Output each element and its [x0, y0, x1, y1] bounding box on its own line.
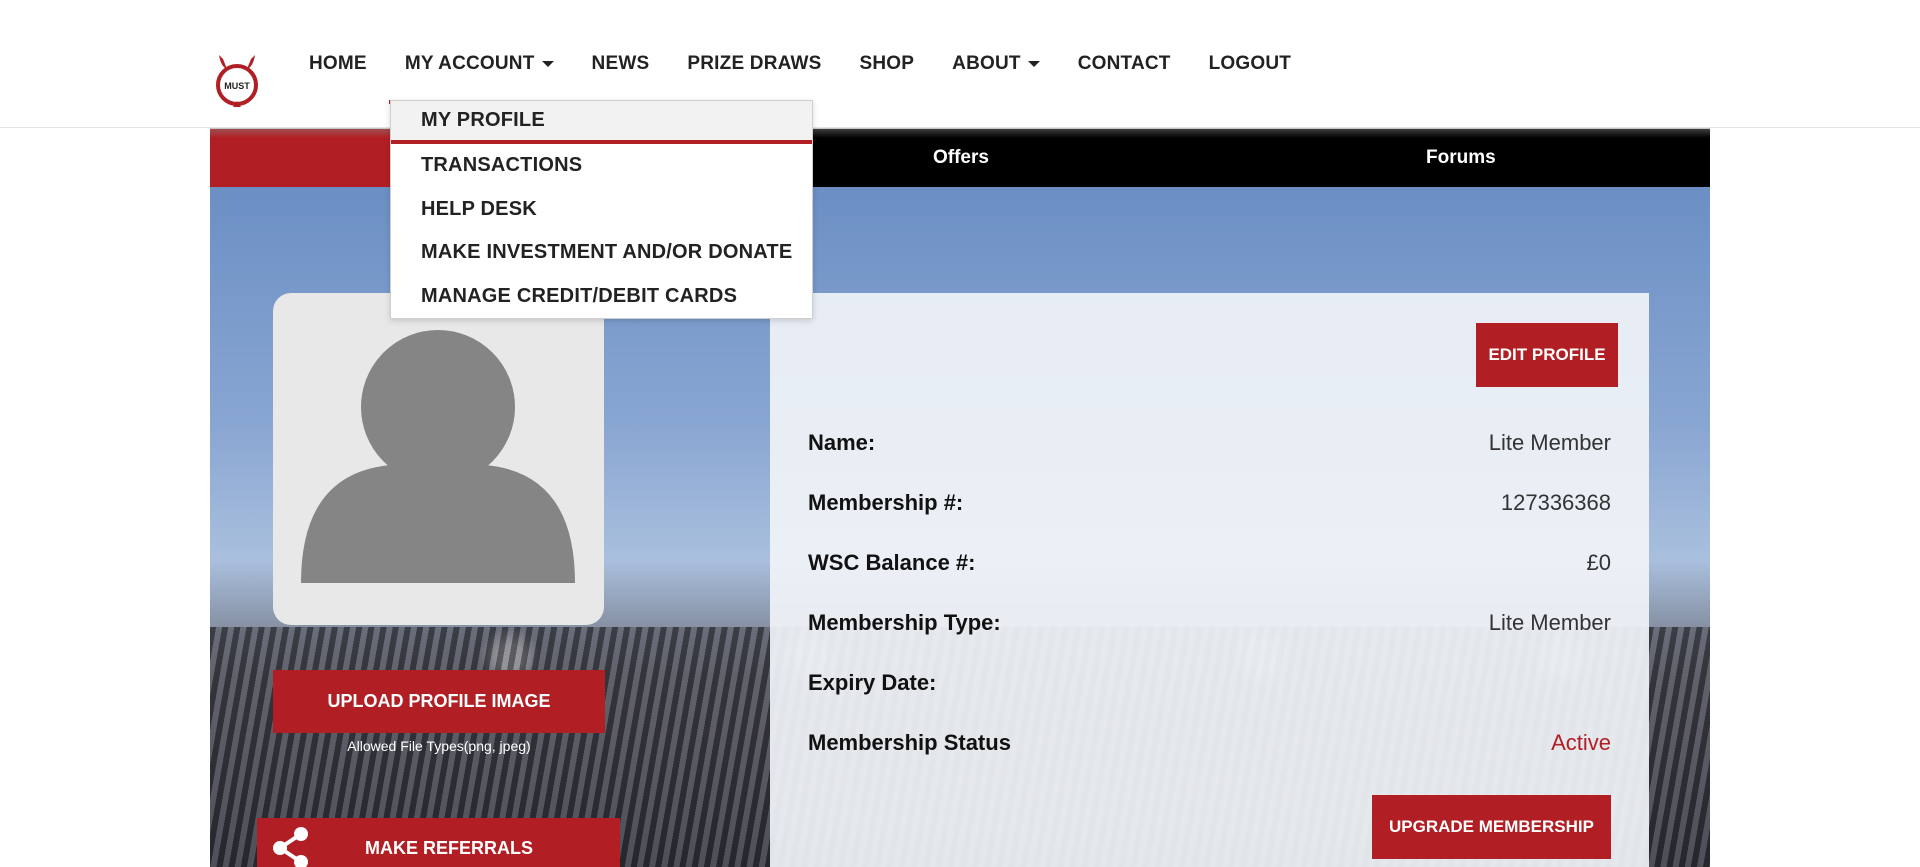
- allowed-file-types-note: Allowed File Types(png, jpeg): [347, 738, 531, 754]
- caret-down-icon: [1027, 61, 1040, 67]
- menu-item-my-profile[interactable]: MY PROFILE: [391, 101, 812, 144]
- upgrade-membership-button[interactable]: UPGRADE MEMBERSHIP: [1372, 795, 1611, 859]
- caret-down-icon: [541, 61, 554, 67]
- nav-shop[interactable]: SHOP: [860, 53, 915, 75]
- nav-prize-draws[interactable]: PRIZE DRAWS: [687, 53, 821, 75]
- share-icon: [270, 826, 314, 867]
- field-wsc-balance: WSC Balance #: £0: [808, 550, 1611, 576]
- avatar: [273, 293, 604, 625]
- field-label: Expiry Date:: [808, 670, 937, 695]
- edit-profile-button[interactable]: EDIT PROFILE: [1476, 323, 1618, 387]
- field-label: Membership #:: [808, 490, 964, 515]
- field-value: 127336368: [1500, 490, 1611, 515]
- make-referrals-button[interactable]: MAKE REFERRALS: [257, 818, 620, 867]
- menu-item-help-desk[interactable]: HELP DESK: [391, 188, 812, 231]
- my-account-dropdown: MY PROFILE TRANSACTIONS HELP DESK MAKE I…: [390, 100, 813, 319]
- field-value: Lite Member: [1488, 430, 1611, 455]
- main-nav: HOME MY ACCOUNT NEWS PRIZE DRAWS SHOP AB…: [290, 44, 1310, 104]
- field-membership-number: Membership #: 127336368: [808, 490, 1611, 516]
- make-referrals-label: MAKE REFERRALS: [365, 837, 534, 858]
- upload-profile-image-button[interactable]: UPLOAD PROFILE IMAGE: [273, 670, 605, 733]
- field-value: £0: [1586, 550, 1611, 575]
- user-silhouette-icon: [301, 324, 575, 583]
- nav-home[interactable]: HOME: [309, 53, 367, 75]
- nav-about[interactable]: ABOUT: [952, 53, 1040, 75]
- field-membership-status: Membership Status Active: [808, 730, 1611, 756]
- field-membership-type: Membership Type: Lite Member: [808, 610, 1611, 636]
- field-value: Lite Member: [1488, 610, 1611, 635]
- field-label: WSC Balance #:: [808, 550, 976, 575]
- nav-contact[interactable]: CONTACT: [1078, 53, 1171, 75]
- nav-news[interactable]: NEWS: [592, 53, 650, 75]
- field-label: Membership Status: [808, 730, 1011, 755]
- menu-item-manage-cards[interactable]: MANAGE CREDIT/DEBIT CARDS: [391, 275, 812, 318]
- field-label: Membership Type:: [808, 610, 1001, 635]
- menu-item-transactions[interactable]: TRANSACTIONS: [391, 144, 812, 187]
- field-name: Name: Lite Member: [808, 430, 1611, 456]
- nav-logout[interactable]: LOGOUT: [1209, 53, 1291, 75]
- menu-item-make-investment[interactable]: MAKE INVESTMENT AND/OR DONATE: [391, 231, 812, 274]
- must-logo[interactable]: MUST: [213, 53, 261, 107]
- site-header: MUST HOME MY ACCOUNT NEWS PRIZE DRAWS SH…: [0, 0, 1920, 128]
- status-badge: Active: [1551, 730, 1611, 755]
- nav-my-account[interactable]: MY ACCOUNT: [388, 53, 570, 104]
- field-label: Name:: [808, 430, 876, 455]
- field-expiry-date: Expiry Date:: [808, 670, 1611, 696]
- svg-text:MUST: MUST: [224, 81, 250, 91]
